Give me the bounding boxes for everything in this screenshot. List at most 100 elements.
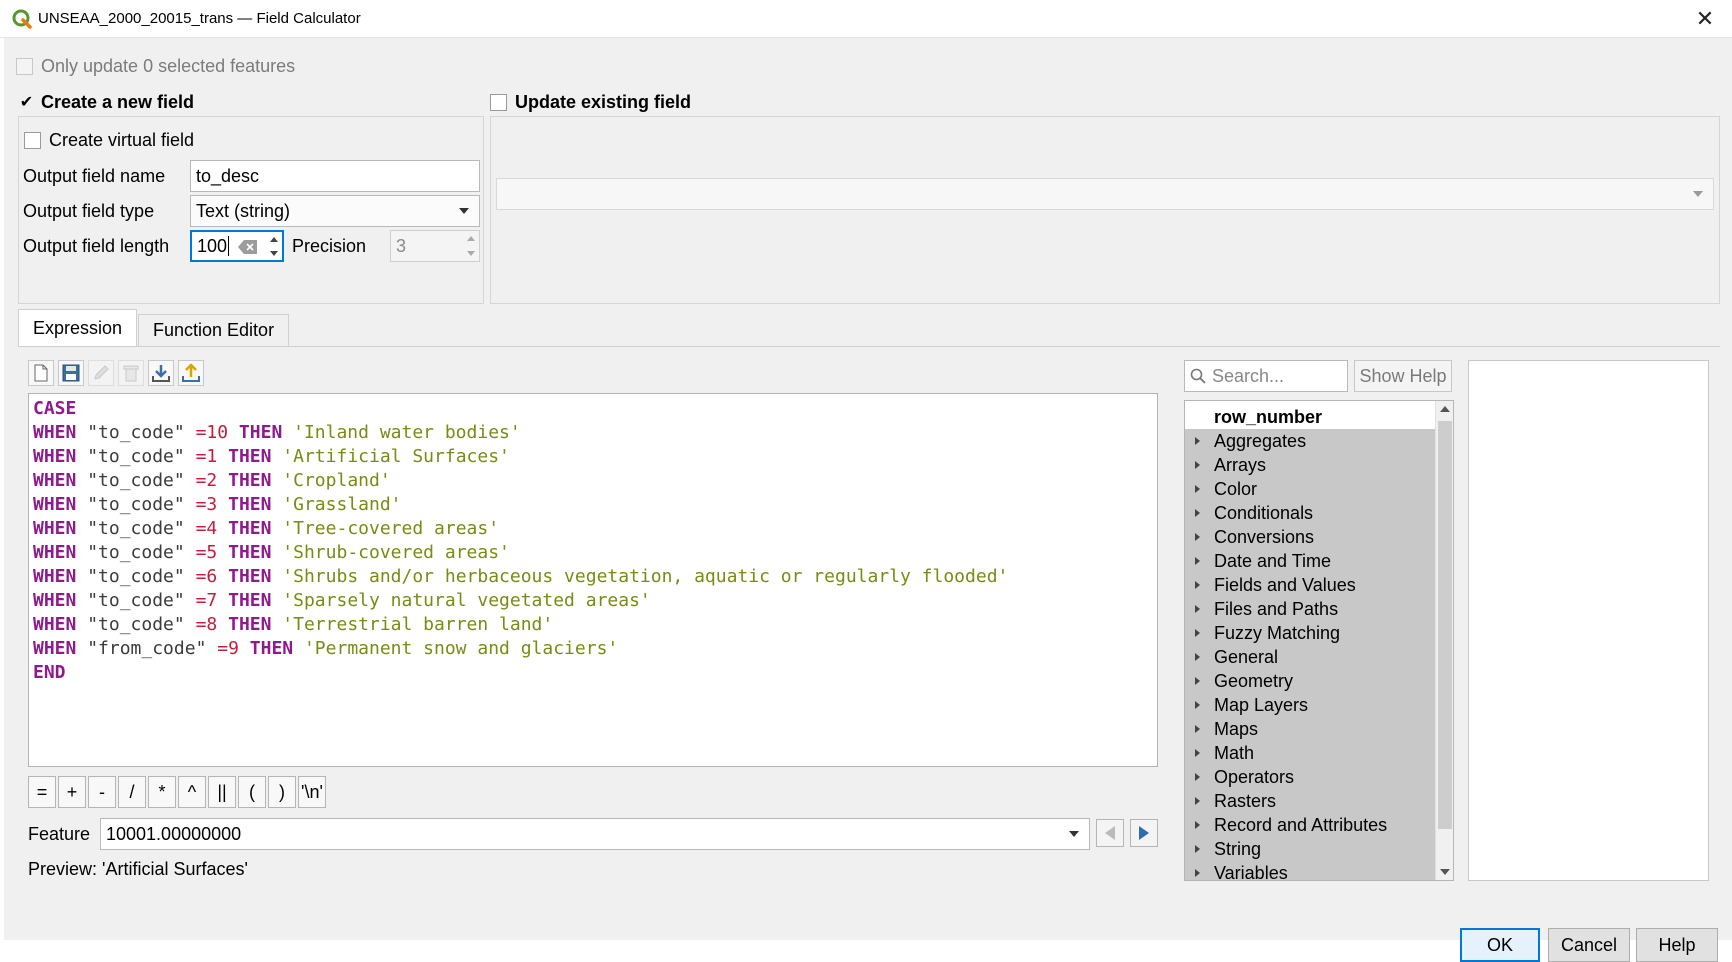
- function-group-item[interactable]: Conversions: [1185, 525, 1435, 549]
- close-button[interactable]: ✕: [1692, 6, 1718, 32]
- import-expression-button[interactable]: [148, 360, 174, 386]
- next-feature-button[interactable]: [1130, 819, 1158, 847]
- clear-input-icon[interactable]: [238, 240, 258, 254]
- expand-arrow-icon[interactable]: [1195, 845, 1200, 853]
- previous-feature-button[interactable]: [1096, 819, 1124, 847]
- function-group-item[interactable]: General: [1185, 645, 1435, 669]
- only-update-option[interactable]: Only update 0 selected features: [16, 56, 295, 77]
- operator-button[interactable]: '\n': [298, 776, 326, 808]
- qgis-logo-icon: [12, 9, 32, 29]
- cancel-button[interactable]: Cancel: [1548, 928, 1630, 962]
- function-group-item[interactable]: Files and Paths: [1185, 597, 1435, 621]
- function-group-item[interactable]: Math: [1185, 741, 1435, 765]
- expand-arrow-icon[interactable]: [1195, 533, 1200, 541]
- expand-arrow-icon[interactable]: [1195, 677, 1200, 685]
- update-existing-field-checkbox[interactable]: [490, 94, 507, 111]
- export-expression-button[interactable]: [178, 360, 204, 386]
- edit-expression-button[interactable]: [88, 360, 114, 386]
- expand-arrow-icon[interactable]: [1195, 437, 1200, 445]
- operator-button[interactable]: -: [88, 776, 116, 808]
- output-field-name-input[interactable]: to_desc: [190, 160, 480, 192]
- function-group-item[interactable]: row_number: [1185, 405, 1435, 429]
- expand-arrow-icon[interactable]: [1195, 653, 1200, 661]
- expand-arrow-icon[interactable]: [1195, 725, 1200, 733]
- expression-editor[interactable]: CASE WHEN "to_code" =10 THEN 'Inland wate…: [28, 393, 1158, 767]
- function-list[interactable]: Variables String Record and Attributes Rast…: [1184, 400, 1454, 881]
- expand-arrow-icon[interactable]: [1195, 749, 1200, 757]
- function-group-item[interactable]: Geometry: [1185, 669, 1435, 693]
- ok-button[interactable]: OK: [1460, 928, 1540, 962]
- new-expression-button[interactable]: [28, 360, 54, 386]
- search-input[interactable]: Search...: [1184, 360, 1348, 392]
- only-update-checkbox[interactable]: [16, 58, 33, 75]
- code-line: WHEN "to_code" =4 THEN 'Tree-covered are…: [33, 517, 1153, 541]
- function-group-item[interactable]: Record and Attributes: [1185, 813, 1435, 837]
- function-group-item[interactable]: Rasters: [1185, 789, 1435, 813]
- function-group-item[interactable]: Aggregates: [1185, 429, 1435, 453]
- code-token-kw: END: [33, 662, 66, 683]
- function-list-scrollbar[interactable]: [1435, 401, 1453, 880]
- code-line: WHEN "to_code" =1 THEN 'Artificial Surfa…: [33, 445, 1153, 469]
- operator-button[interactable]: ||: [208, 776, 236, 808]
- function-group-item[interactable]: Conditionals: [1185, 501, 1435, 525]
- function-group-item[interactable]: Map Layers: [1185, 693, 1435, 717]
- function-group-item[interactable]: Operators: [1185, 765, 1435, 789]
- expand-arrow-icon[interactable]: [1195, 581, 1200, 589]
- expand-arrow-icon[interactable]: [1195, 557, 1200, 565]
- expand-arrow-icon[interactable]: [1195, 605, 1200, 613]
- code-token-str: 'Shrubs and/or herbaceous vegetation, aq…: [282, 566, 1009, 587]
- precision-input[interactable]: 3: [390, 230, 480, 262]
- operator-button[interactable]: (: [238, 776, 266, 808]
- length-spinner[interactable]: [266, 232, 282, 260]
- help-button[interactable]: Help: [1636, 928, 1718, 962]
- expand-arrow-icon[interactable]: [1195, 461, 1200, 469]
- expand-arrow-icon[interactable]: [1195, 701, 1200, 709]
- function-group-item[interactable]: String: [1185, 837, 1435, 861]
- ok-label: OK: [1486, 934, 1513, 955]
- scroll-down-icon[interactable]: [1440, 869, 1450, 875]
- function-group-item[interactable]: Color: [1185, 477, 1435, 501]
- arrow-left-icon: [1105, 826, 1115, 840]
- delete-expression-button[interactable]: [118, 360, 144, 386]
- function-group-item[interactable]: Variables: [1185, 861, 1435, 880]
- function-group-item[interactable]: Fuzzy Matching: [1185, 621, 1435, 645]
- operator-button[interactable]: ^: [178, 776, 206, 808]
- function-group-item[interactable]: Fields and Values: [1185, 573, 1435, 597]
- output-field-type-select[interactable]: Text (string): [190, 195, 480, 227]
- operator-button[interactable]: /: [118, 776, 146, 808]
- scrollbar-thumb[interactable]: [1438, 421, 1452, 829]
- preview-text: Preview: 'Artificial Surfaces': [28, 859, 248, 879]
- precision-spinner[interactable]: [463, 231, 479, 261]
- function-group-item[interactable]: Maps: [1185, 717, 1435, 741]
- operator-button[interactable]: *: [148, 776, 176, 808]
- expand-arrow-icon[interactable]: [1195, 797, 1200, 805]
- expand-arrow-icon[interactable]: [1195, 485, 1200, 493]
- function-group-item[interactable]: Arrays: [1185, 453, 1435, 477]
- create-new-field-option[interactable]: Create a new field: [18, 92, 194, 113]
- create-virtual-field-option[interactable]: Create virtual field: [24, 130, 194, 151]
- tab-expression[interactable]: Expression: [18, 309, 138, 346]
- save-expression-button[interactable]: [58, 360, 84, 386]
- function-group-item[interactable]: Date and Time: [1185, 549, 1435, 573]
- show-help-button[interactable]: Show Help: [1354, 360, 1452, 392]
- expand-arrow-icon[interactable]: [1195, 629, 1200, 637]
- create-virtual-field-checkbox[interactable]: [24, 132, 41, 149]
- expand-arrow-icon[interactable]: [1195, 869, 1200, 877]
- tab-function-editor[interactable]: Function Editor: [138, 314, 290, 346]
- operator-button[interactable]: ): [268, 776, 296, 808]
- expand-arrow-icon[interactable]: [1195, 821, 1200, 829]
- operator-button[interactable]: +: [58, 776, 86, 808]
- title-bar: UNSEAA_2000_20015_trans — Field Calculat…: [0, 0, 1732, 38]
- expand-arrow-icon[interactable]: [1195, 773, 1200, 781]
- expand-arrow-icon[interactable]: [1195, 509, 1200, 517]
- update-existing-field-option[interactable]: Update existing field: [490, 92, 691, 113]
- feature-select[interactable]: 10001.00000000: [100, 818, 1090, 850]
- only-update-label: Only update 0 selected features: [41, 56, 296, 76]
- operator-button[interactable]: =: [28, 776, 56, 808]
- chevron-down-icon: [1069, 831, 1079, 837]
- code-line: WHEN "to_code" =6 THEN 'Shrubs and/or he…: [33, 565, 1153, 589]
- scroll-up-icon[interactable]: [1440, 406, 1450, 412]
- output-field-length-input[interactable]: 100: [190, 230, 284, 262]
- existing-field-select[interactable]: [496, 178, 1714, 210]
- create-new-field-checkbox[interactable]: [18, 94, 35, 111]
